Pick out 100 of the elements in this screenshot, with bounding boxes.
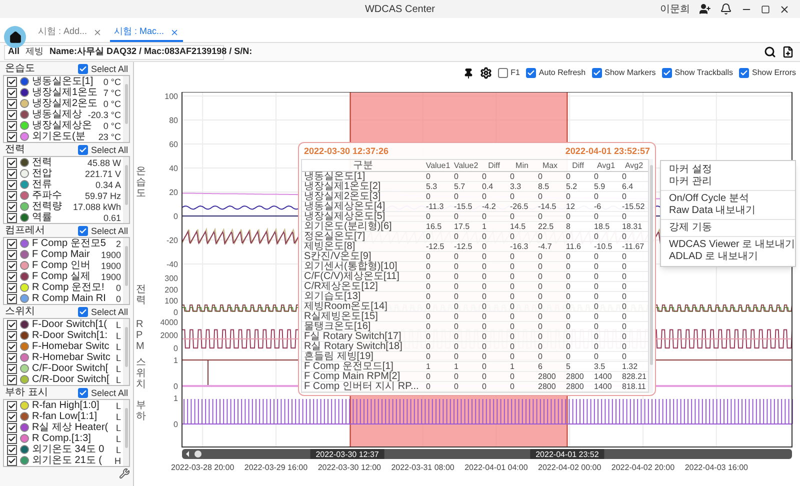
checkbox[interactable] (7, 88, 17, 98)
checkbox[interactable] (7, 342, 17, 352)
user-name[interactable]: 이문희 (660, 2, 690, 16)
scrollbar[interactable] (123, 238, 129, 304)
checkbox[interactable] (7, 320, 17, 330)
checkbox[interactable] (7, 294, 17, 304)
channel-name[interactable]: 주파수 (32, 190, 82, 201)
checkbox[interactable] (78, 388, 88, 398)
scrollbar[interactable] (123, 157, 129, 223)
checkbox[interactable] (7, 110, 17, 120)
checkbox[interactable] (526, 68, 536, 78)
channel-name[interactable]: F-Door Switch[1( (32, 319, 113, 330)
menu-item[interactable]: 마커 관리 (661, 176, 795, 188)
checkbox[interactable] (7, 250, 17, 260)
channel-name[interactable]: R실 제상 Heater( (32, 422, 113, 433)
channel-name[interactable]: R Comp Main RI (32, 293, 113, 304)
checkbox[interactable] (662, 68, 672, 78)
checkbox[interactable] (7, 444, 17, 454)
channel-name[interactable]: 냉장실제1온도 (32, 87, 100, 98)
wrench-icon[interactable] (119, 468, 130, 479)
checkbox[interactable] (7, 168, 17, 178)
add-file-icon[interactable] (782, 46, 794, 58)
select-all-label[interactable]: Select All (90, 226, 128, 236)
checkbox[interactable] (7, 330, 17, 340)
checkbox[interactable] (7, 190, 17, 200)
scrollbar[interactable] (649, 159, 653, 393)
channel-name[interactable]: 전류 (32, 179, 92, 190)
menu-item[interactable]: 마커 설정 (661, 164, 795, 176)
pin-icon[interactable] (462, 68, 474, 78)
checkbox[interactable] (7, 158, 17, 168)
channel-name[interactable]: 외기온도(분 (32, 131, 96, 142)
channel-name[interactable]: R Comp.[1:3] (32, 433, 113, 444)
channel-name[interactable]: F Comp Mair (32, 249, 98, 260)
channel-name[interactable]: 냉장실제상온 (32, 120, 100, 131)
checkbox[interactable] (498, 68, 508, 78)
bell-icon[interactable] (720, 3, 732, 15)
select-all-label[interactable]: Select All (90, 144, 128, 154)
menu-item[interactable]: ADLAD 로 내보내기 (661, 251, 795, 263)
checkbox[interactable] (738, 68, 749, 78)
search-icon[interactable] (764, 46, 776, 58)
channel-name[interactable]: R-fan High[1:0] (32, 400, 113, 411)
channel-name[interactable]: C/F-Door Switch[ (32, 363, 113, 374)
checkbox[interactable] (7, 272, 17, 282)
checkbox[interactable] (78, 64, 88, 74)
checkbox[interactable] (7, 120, 17, 130)
checkbox[interactable] (592, 68, 602, 78)
channel-name[interactable]: 역률 (32, 212, 100, 223)
breadcrumb-item[interactable]: Name:사무실 DAQ32 / Mac:083AF2139198 / S/N: (50, 45, 252, 59)
select-all-label[interactable]: Select All (90, 306, 128, 316)
checkbox[interactable] (7, 238, 17, 248)
channel-name[interactable]: 외기온도 34도 0 (32, 444, 113, 455)
channel-name[interactable]: R-Door Switch[1: (32, 330, 113, 341)
breadcrumb-item[interactable]: All (8, 45, 20, 59)
checkbox[interactable] (7, 412, 17, 422)
channel-name[interactable]: C/R-Door Switch[ (32, 374, 113, 385)
checkbox[interactable] (7, 352, 17, 362)
channel-name[interactable]: 외기온도 21도 ( (32, 455, 112, 466)
checkbox[interactable] (7, 98, 17, 108)
option-label[interactable]: Auto Refresh (538, 67, 586, 79)
channel-name[interactable]: 냉동실제상 (32, 109, 85, 120)
menu-item[interactable]: 강제 기동 (661, 222, 795, 234)
maximize-icon[interactable] (761, 4, 770, 14)
checkbox[interactable] (7, 260, 17, 270)
channel-name[interactable]: R-Homebar Switc (32, 352, 113, 363)
menu-item[interactable]: Raw Data 내보내기 (661, 205, 795, 217)
channel-name[interactable]: 전압 (32, 168, 82, 179)
option-label[interactable]: Show Errors (752, 67, 796, 79)
menu-item[interactable]: On/Off Cycle 분석 (661, 193, 795, 205)
checkbox[interactable] (7, 364, 17, 374)
channel-name[interactable]: 전력량 (32, 201, 70, 212)
option-label[interactable]: Show Markers (604, 67, 656, 79)
channel-name[interactable]: 냉장실제2온도 (32, 98, 100, 109)
close-icon[interactable] (779, 4, 790, 14)
option-label[interactable]: Show Trackballs (674, 67, 733, 79)
checkbox[interactable] (7, 434, 17, 444)
channel-name[interactable]: R-fan Low[1:1] (32, 411, 113, 422)
scrollbar[interactable] (123, 319, 129, 385)
option-label[interactable]: F1 (510, 67, 520, 79)
checkbox[interactable] (7, 180, 17, 190)
scrollbar[interactable] (123, 400, 129, 466)
checkbox[interactable] (78, 144, 88, 154)
checkbox[interactable] (7, 132, 17, 142)
home-button[interactable] (4, 26, 26, 48)
add-user-icon[interactable] (699, 3, 711, 15)
select-all-label[interactable]: Select All (90, 388, 128, 398)
checkbox[interactable] (7, 76, 17, 86)
tab[interactable]: 시험 : Add... (34, 24, 106, 42)
checkbox[interactable] (78, 226, 88, 236)
channel-name[interactable]: F Comp 운전모5 (32, 238, 113, 249)
channel-name[interactable]: 전력 (32, 157, 84, 168)
checkbox[interactable] (7, 456, 17, 466)
channel-name[interactable]: F Comp 실제 (32, 271, 98, 282)
menu-item[interactable]: WDCAS Viewer 로 내보내기 (661, 239, 795, 251)
scrollbar[interactable] (123, 76, 129, 142)
checkbox[interactable] (7, 212, 17, 222)
channel-name[interactable]: 냉동실온도[1] (32, 76, 100, 87)
home-icon[interactable] (8, 30, 22, 44)
checkbox[interactable] (7, 374, 17, 384)
checkbox[interactable] (7, 422, 17, 432)
checkbox[interactable] (7, 400, 17, 410)
